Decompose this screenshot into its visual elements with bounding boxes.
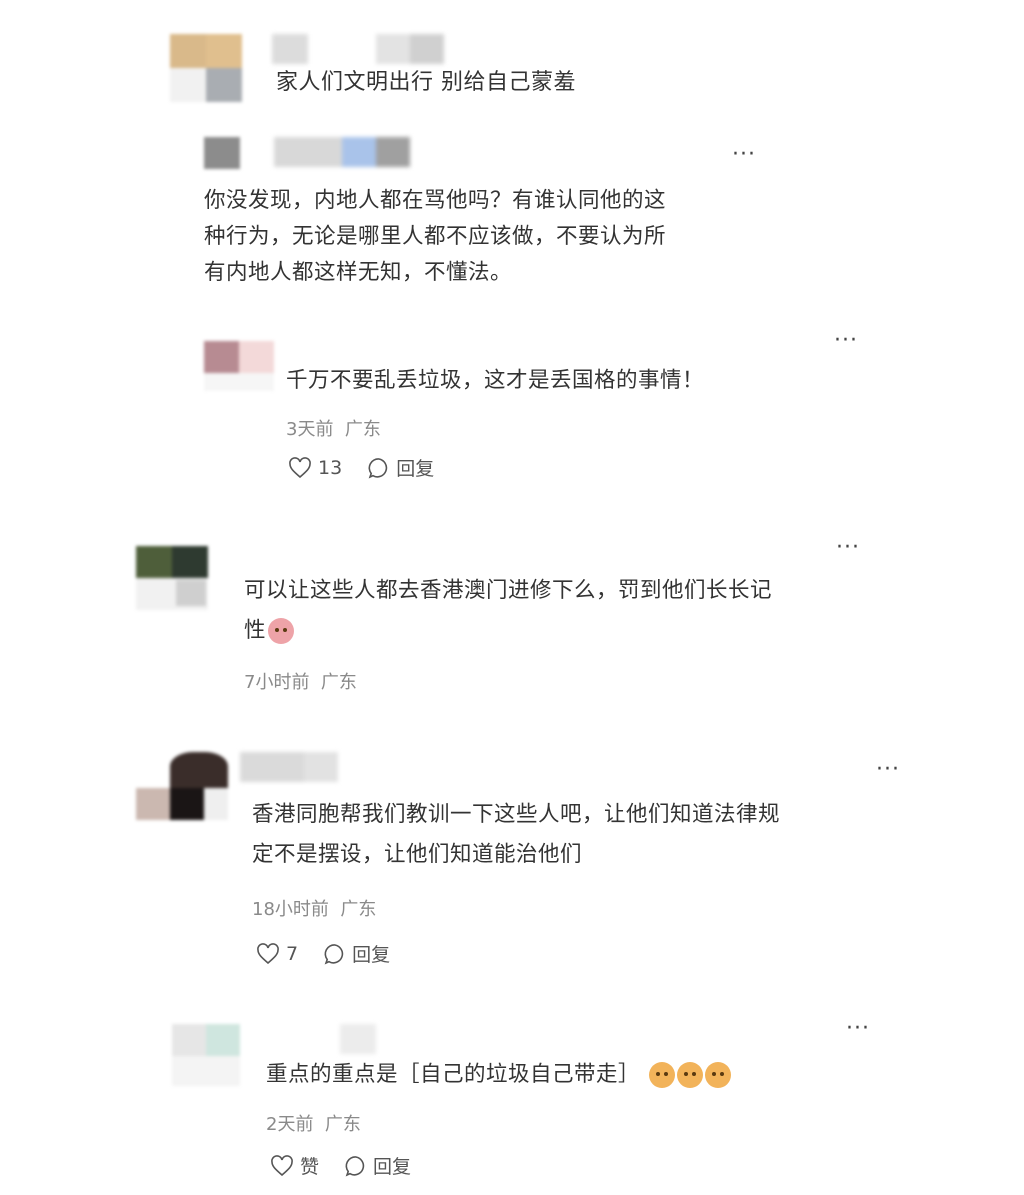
avatar[interactable] — [170, 34, 242, 102]
timestamp: 2天前 — [266, 1114, 314, 1135]
timestamp: 18小时前 — [252, 899, 329, 920]
avatar[interactable] — [204, 137, 240, 169]
comment-text: 家人们文明出行 别给自己蒙羞 — [276, 70, 576, 95]
more-icon[interactable]: ··· — [732, 144, 756, 166]
emoji-icon — [267, 618, 294, 644]
comment-text: 重点的重点是［自己的垃圾自己带走］ — [266, 1062, 641, 1087]
comment-bubble-icon — [345, 1155, 365, 1176]
comment-text: 千万不要乱丢垃圾，这才是丢国格的事情！ — [286, 368, 705, 393]
comment-bubble-icon — [324, 943, 344, 964]
comment-text-line: 定不是摆设，让他们知道能治他们 — [252, 842, 583, 867]
more-icon[interactable]: ··· — [834, 330, 858, 352]
like-button[interactable]: 赞 — [270, 1152, 319, 1179]
comment-text-line: 性 — [244, 618, 266, 643]
reply-label: 回复 — [396, 458, 435, 480]
like-label: 赞 — [300, 1156, 320, 1178]
location: 广东 — [340, 899, 377, 920]
avatar[interactable] — [136, 752, 228, 820]
comment-text-line: 有内地人都这样无知，不懂法。 — [204, 260, 513, 285]
username-redacted — [272, 34, 444, 64]
comment-meta: 18小时前 广东 — [252, 895, 376, 921]
reply-button[interactable]: 回复 — [345, 1152, 411, 1179]
more-icon[interactable]: ··· — [876, 759, 900, 781]
comment-text-line: 你没发现，内地人都在骂他吗？有谁认同他的这 — [204, 188, 667, 213]
like-count: 7 — [286, 942, 299, 965]
emoji-icon — [705, 1062, 732, 1088]
timestamp: 7小时前 — [244, 672, 310, 693]
heart-icon — [271, 1154, 293, 1176]
username-redacted — [340, 1024, 376, 1054]
username-redacted — [240, 752, 338, 782]
reply-label: 回复 — [373, 1156, 412, 1178]
comment-meta: 3天前 广东 — [286, 415, 381, 441]
comment-meta: 7小时前 广东 — [244, 668, 357, 694]
like-button[interactable]: 7 — [256, 943, 298, 965]
reply-label: 回复 — [352, 944, 391, 966]
comment-text-line: 可以让这些人都去香港澳门进修下么，罚到他们长长记 — [244, 578, 773, 603]
comment-text-row: 重点的重点是［自己的垃圾自己带走］ — [266, 1056, 732, 1094]
comment-text-line: 种行为，无论是哪里人都不应该做，不要认为所 — [204, 224, 667, 249]
heart-icon — [289, 456, 311, 478]
timestamp: 3天前 — [286, 419, 334, 440]
like-button[interactable]: 13 — [288, 457, 342, 479]
location: 广东 — [324, 1114, 361, 1135]
emoji-icon — [677, 1062, 704, 1088]
comment-bubble-icon — [368, 457, 388, 478]
location: 广东 — [344, 419, 381, 440]
avatar[interactable] — [204, 341, 274, 391]
comment-actions: 赞 回复 — [270, 1152, 437, 1179]
comment-text-line-2: 性 — [244, 612, 294, 650]
emoji-icon — [649, 1062, 676, 1088]
comment-meta: 2天前 广东 — [266, 1110, 361, 1136]
username-redacted — [274, 137, 410, 167]
reply-button[interactable]: 回复 — [324, 940, 390, 967]
comment-actions: 7 回复 — [256, 940, 416, 967]
comment-text-line: 香港同胞帮我们教训一下这些人吧，让他们知道法律规 — [252, 802, 781, 827]
location: 广东 — [320, 672, 357, 693]
comment-actions: 13 回复 — [288, 454, 460, 481]
reply-button[interactable]: 回复 — [368, 454, 434, 481]
more-icon[interactable]: ··· — [836, 537, 860, 559]
more-icon[interactable]: ··· — [846, 1018, 870, 1040]
avatar[interactable] — [172, 1024, 240, 1086]
avatar[interactable] — [136, 546, 208, 610]
like-count: 13 — [318, 456, 343, 479]
heart-icon — [257, 942, 279, 964]
